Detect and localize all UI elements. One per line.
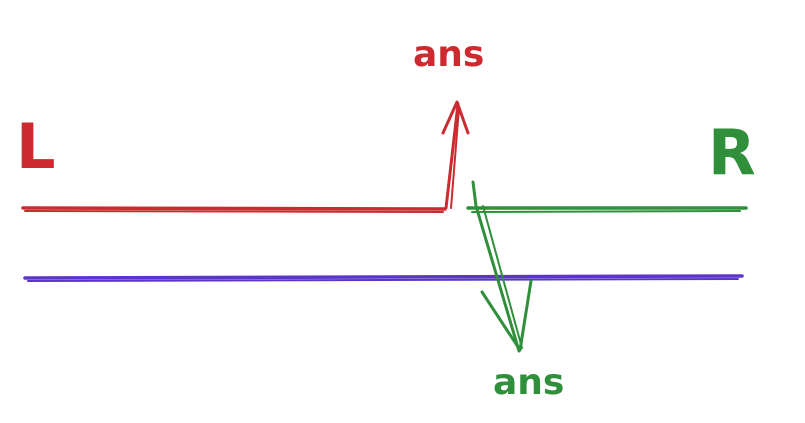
right-label: R (708, 116, 756, 189)
top-answer-label: ans (413, 34, 484, 75)
right-line (466, 206, 748, 213)
left-line-stroke-2 (24, 210, 444, 213)
left-line (21, 206, 447, 213)
bottom-answer-label: ans (493, 362, 564, 403)
right-line-stroke-2 (471, 210, 741, 213)
left-line-stroke-1 (21, 206, 447, 211)
up-arrow (441, 100, 470, 210)
middle-line-stroke-1 (23, 274, 744, 280)
diagram-canvas: L R ans ans (16, 34, 756, 403)
left-label: L (16, 110, 56, 183)
middle-line (23, 274, 744, 282)
